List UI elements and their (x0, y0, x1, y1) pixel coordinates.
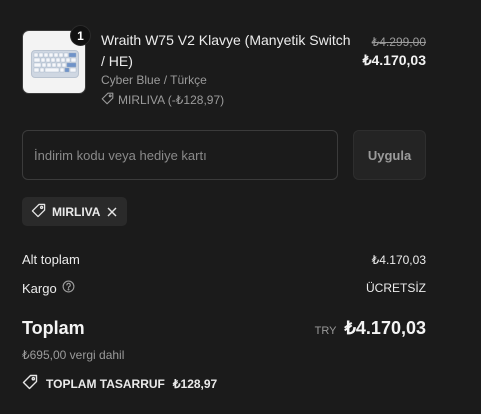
product-discount: MIRLIVA (-₺128,97) (101, 92, 224, 108)
savings-value: ₺128,97 (172, 376, 218, 391)
shipping-label: Kargo (22, 280, 57, 296)
applied-discount-code: MIRLIVA (52, 204, 101, 219)
apply-button[interactable]: Uygula (353, 130, 426, 180)
product-variant: Cyber Blue / Türkçe (101, 73, 207, 87)
discount-code-input[interactable] (22, 130, 338, 180)
quantity-badge: 1 (70, 25, 91, 46)
product-name: Wraith W75 V2 Klavye (Manyetik Switch / … (101, 32, 351, 69)
subtotal-value: ₺4.170,03 (371, 253, 426, 267)
help-icon[interactable] (62, 280, 75, 296)
total-value: ₺4.170,03 (344, 318, 426, 338)
savings-label: TOPLAM TASARRUF (46, 376, 165, 391)
shipping-row-label: Kargo (22, 280, 75, 296)
tax-note: ₺695,00 vergi dahil (22, 348, 125, 362)
subtotal-label: Alt toplam (22, 252, 80, 267)
currency-code: TRY (314, 325, 337, 337)
original-price: ₺4.299,00 (371, 35, 426, 49)
product-discount-text: MIRLIVA (-₺128,97) (118, 93, 225, 107)
applied-discount-chip: MIRLIVA (22, 197, 128, 226)
savings-tag-icon (22, 374, 38, 393)
tag-icon (101, 92, 114, 108)
shipping-value: ÜCRETSİZ (366, 281, 426, 295)
tag-icon (31, 203, 46, 221)
product-price: ₺4.170,03 (362, 52, 426, 68)
keyboard-icon (31, 50, 79, 78)
total-label: Toplam (22, 318, 85, 338)
total-amount: TRY ₺4.170,03 (315, 318, 426, 339)
remove-discount-icon[interactable] (106, 206, 118, 218)
total-savings: TOPLAM TASARRUF ₺128,97 (22, 374, 217, 393)
